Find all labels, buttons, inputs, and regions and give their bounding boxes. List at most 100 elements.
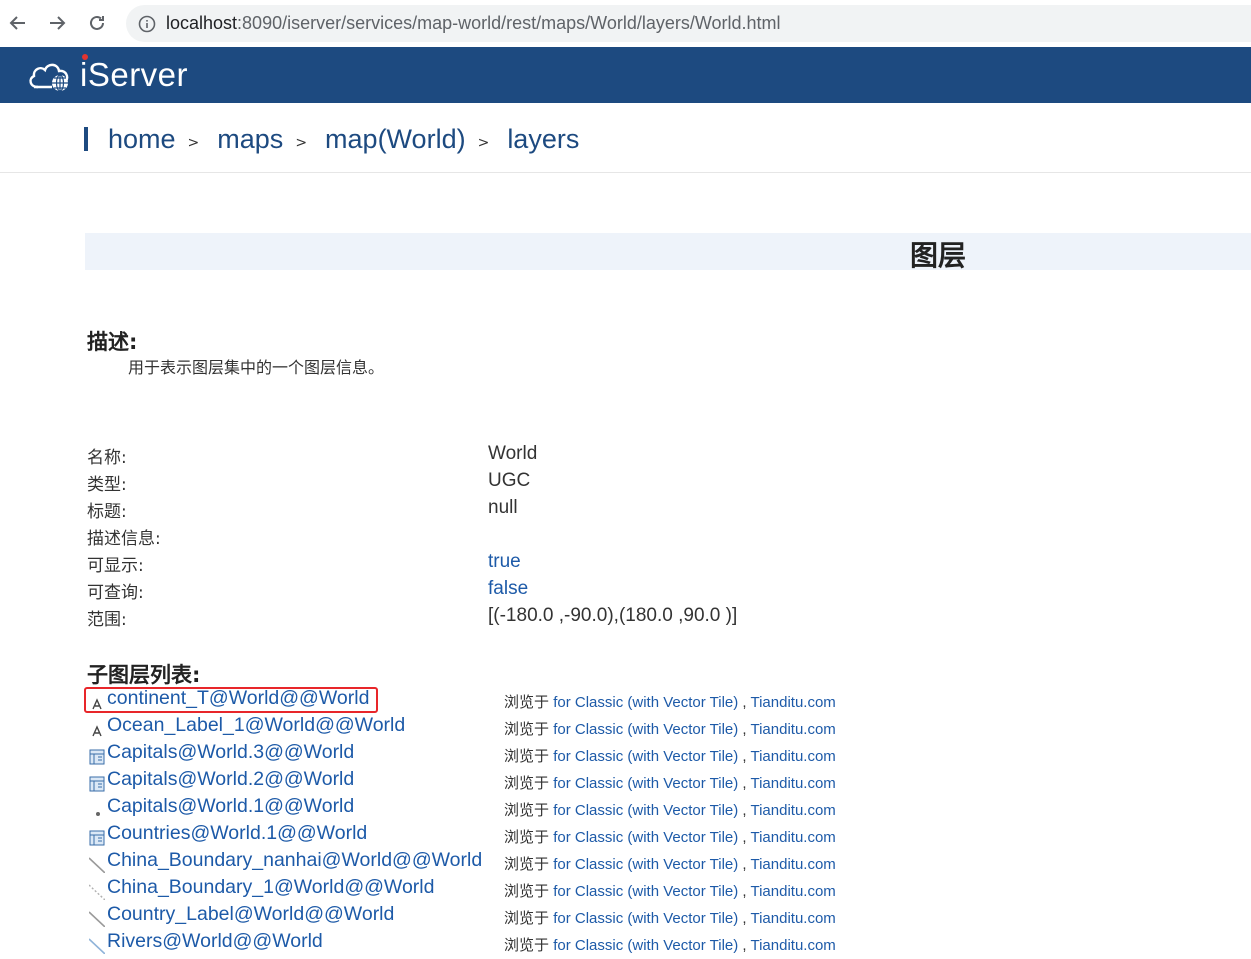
browse-tianditu-link[interactable]: Tianditu.com — [750, 802, 835, 819]
line-layer-icon — [89, 911, 105, 927]
sublayer-link[interactable]: Rivers@World@@World — [107, 930, 323, 953]
browse-options: 浏览于 for Classic (with Vector Tile) , Tia… — [504, 748, 836, 765]
back-button[interactable] — [3, 8, 33, 38]
breadcrumb-home[interactable]: home — [108, 124, 176, 155]
browse-options: 浏览于 for Classic (with Vector Tile) , Tia… — [504, 694, 836, 711]
browse-classic-link[interactable]: for Classic (with Vector Tile) — [553, 910, 738, 927]
property-row-caption: 标题: null — [87, 497, 847, 524]
page-title: 图层 — [910, 239, 967, 272]
breadcrumb-separator: > — [295, 135, 308, 151]
theme-layer-icon — [89, 749, 105, 765]
iserver-logo[interactable]: iServer — [26, 54, 189, 94]
point-layer-icon — [96, 812, 100, 816]
theme-layer-icon — [89, 776, 105, 792]
sublayers-heading: 子图层列表: — [87, 663, 201, 687]
sublayer-link[interactable]: Ocean_Label_1@World@@World — [107, 714, 405, 737]
property-value: null — [488, 497, 518, 518]
back-arrow-icon — [9, 16, 25, 30]
cloud-globe-icon — [29, 63, 69, 92]
property-label: 可查询: — [87, 583, 144, 603]
browse-classic-link[interactable]: for Classic (with Vector Tile) — [553, 856, 738, 873]
property-value: World — [488, 443, 538, 464]
sublayer-link[interactable]: Country_Label@World@@World — [107, 903, 394, 926]
browse-tianditu-link[interactable]: Tianditu.com — [750, 883, 835, 900]
property-row-queryable: 可查询: false — [87, 578, 847, 605]
property-label: 标题: — [87, 502, 127, 522]
sublayer-link[interactable]: Countries@World.1@@World — [107, 822, 367, 845]
breadcrumb-separator: > — [477, 135, 490, 151]
title-band — [85, 233, 1251, 270]
property-label: 范围: — [87, 610, 127, 630]
sublayer-link[interactable]: Capitals@World.2@@World — [107, 768, 354, 791]
text-layer-icon — [92, 725, 102, 737]
property-row-description: 描述信息: — [87, 524, 847, 551]
theme-layer-icon — [89, 830, 105, 846]
browse-classic-link[interactable]: for Classic (with Vector Tile) — [553, 883, 738, 900]
list-item: China_Boundary_1@World@@World 浏览于 for Cl… — [87, 876, 887, 905]
breadcrumb-marker — [84, 127, 88, 151]
property-label: 类型: — [87, 475, 127, 495]
list-item: Countries@World.1@@World 浏览于 for Classic… — [87, 822, 887, 851]
visible-value-link[interactable]: true — [488, 551, 521, 573]
property-row-visible: 可显示: true — [87, 551, 847, 578]
sublayer-link[interactable]: Capitals@World.1@@World — [107, 795, 354, 818]
browse-options: 浏览于 for Classic (with Vector Tile) , Tia… — [504, 829, 836, 846]
forward-button[interactable] — [42, 8, 72, 38]
info-icon[interactable] — [138, 15, 156, 33]
browse-classic-link[interactable]: for Classic (with Vector Tile) — [553, 694, 738, 711]
line-layer-icon — [89, 857, 105, 873]
browse-options: 浏览于 for Classic (with Vector Tile) , Tia… — [504, 856, 836, 873]
browse-classic-link[interactable]: for Classic (with Vector Tile) — [553, 721, 738, 738]
url-text[interactable]: localhost:8090/iserver/services/map-worl… — [166, 13, 781, 34]
browse-tianditu-link[interactable]: Tianditu.com — [750, 937, 835, 954]
sublayer-link[interactable]: China_Boundary_nanhai@World@@World — [107, 849, 482, 872]
breadcrumb-separator: > — [187, 135, 200, 151]
sublayer-link[interactable]: continent_T@World@@World — [107, 687, 369, 710]
property-row-type: 类型: UGC — [87, 470, 847, 497]
dashed-line-layer-icon — [89, 884, 105, 900]
list-item: Capitals@World.3@@World 浏览于 for Classic … — [87, 741, 887, 770]
reload-icon — [90, 15, 104, 30]
browse-options: 浏览于 for Classic (with Vector Tile) , Tia… — [504, 883, 836, 900]
browse-classic-link[interactable]: for Classic (with Vector Tile) — [553, 802, 738, 819]
browse-tianditu-link[interactable]: Tianditu.com — [750, 856, 835, 873]
browse-tianditu-link[interactable]: Tianditu.com — [750, 748, 835, 765]
description-text: 用于表示图层集中的一个图层信息。 — [128, 358, 385, 377]
text-layer-icon — [92, 698, 102, 710]
list-item: China_Boundary_nanhai@World@@World 浏览于 f… — [87, 849, 887, 878]
property-row-bounds: 范围: [(-180.0 ,-90.0),(180.0 ,90.0 )] — [87, 605, 847, 632]
browser-toolbar: localhost:8090/iserver/services/map-worl… — [0, 0, 1251, 47]
breadcrumb-layers[interactable]: layers — [507, 124, 579, 155]
list-item: Ocean_Label_1@World@@World 浏览于 for Class… — [87, 714, 887, 743]
property-row-name: 名称: World — [87, 443, 847, 470]
header-divider — [0, 172, 1251, 173]
browse-options: 浏览于 for Classic (with Vector Tile) , Tia… — [504, 910, 836, 927]
forward-arrow-icon — [50, 16, 66, 30]
list-item: continent_T@World@@World 浏览于 for Classic… — [87, 687, 887, 716]
sublayer-link[interactable]: China_Boundary_1@World@@World — [107, 876, 434, 899]
browse-options: 浏览于 for Classic (with Vector Tile) , Tia… — [504, 721, 836, 738]
browse-options: 浏览于 for Classic (with Vector Tile) , Tia… — [504, 802, 836, 819]
reload-button[interactable] — [82, 8, 112, 38]
browse-classic-link[interactable]: for Classic (with Vector Tile) — [553, 829, 738, 846]
browse-tianditu-link[interactable]: Tianditu.com — [750, 721, 835, 738]
logo-dot — [82, 54, 88, 60]
list-item: Capitals@World.2@@World 浏览于 for Classic … — [87, 768, 887, 797]
browse-options: 浏览于 for Classic (with Vector Tile) , Tia… — [504, 937, 836, 954]
browse-classic-link[interactable]: for Classic (with Vector Tile) — [553, 748, 738, 765]
browse-classic-link[interactable]: for Classic (with Vector Tile) — [553, 937, 738, 954]
queryable-value-link[interactable]: false — [488, 578, 528, 600]
property-value: UGC — [488, 470, 531, 491]
address-bar[interactable]: localhost:8090/iserver/services/map-worl… — [126, 5, 1251, 42]
browse-tianditu-link[interactable]: Tianditu.com — [750, 775, 835, 792]
browse-tianditu-link[interactable]: Tianditu.com — [750, 694, 835, 711]
browse-tianditu-link[interactable]: Tianditu.com — [750, 910, 835, 927]
browse-classic-link[interactable]: for Classic (with Vector Tile) — [553, 775, 738, 792]
list-item: Country_Label@World@@World 浏览于 for Class… — [87, 903, 887, 932]
sublayer-link[interactable]: Capitals@World.3@@World — [107, 741, 354, 764]
browse-tianditu-link[interactable]: Tianditu.com — [750, 829, 835, 846]
breadcrumb-map-world[interactable]: map(World) — [325, 124, 466, 155]
logo-text: iServer — [80, 54, 189, 93]
breadcrumb-maps[interactable]: maps — [217, 124, 283, 155]
list-item: Rivers@World@@World 浏览于 for Classic (wit… — [87, 930, 887, 959]
